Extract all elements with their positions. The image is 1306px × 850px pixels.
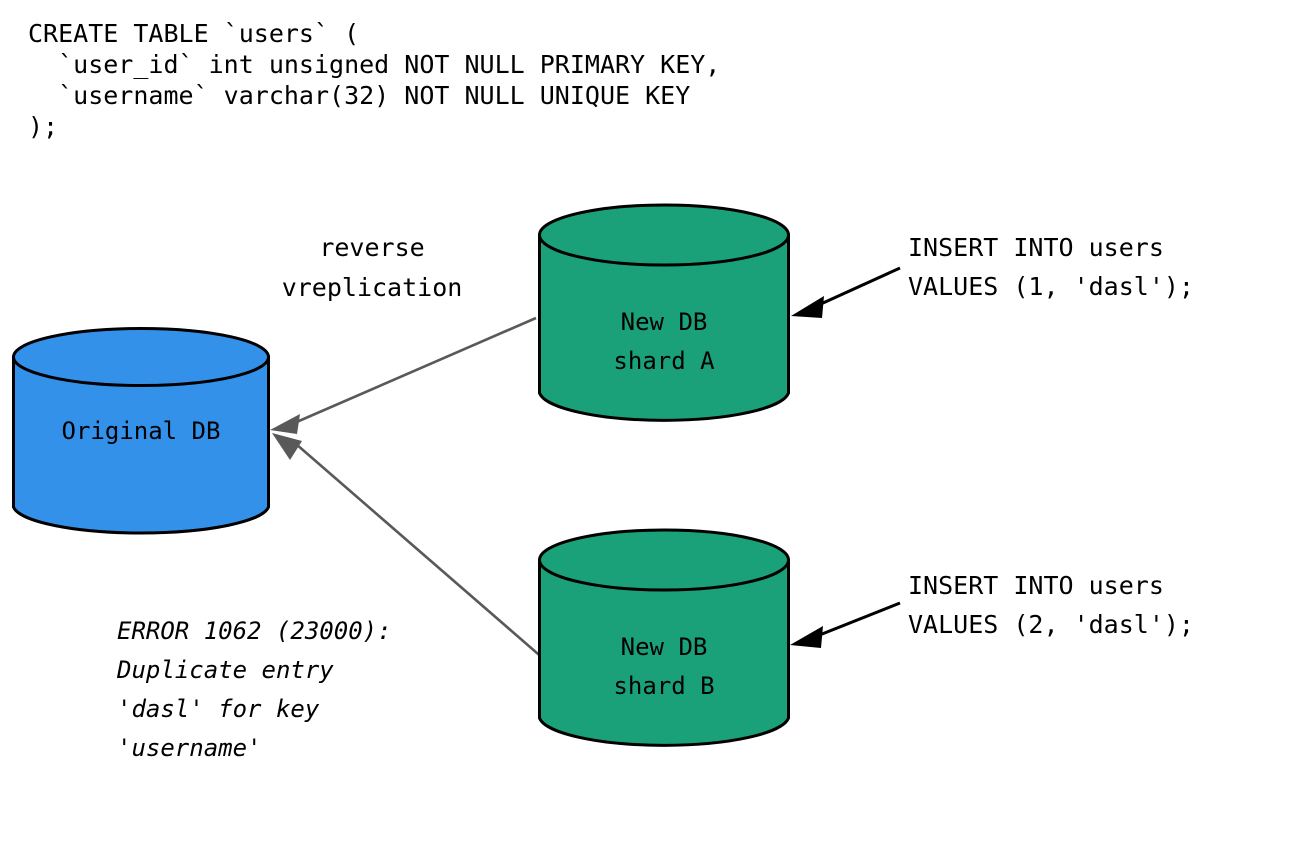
- node-shard-b[interactable]: New DB shard B: [538, 528, 790, 750]
- node-shard-b-label: New DB shard B: [613, 633, 715, 700]
- edge-shard-a-to-original: [270, 316, 537, 434]
- edge-label-insert-shard-b: INSERT INTO users VALUES (2, 'dasl');: [908, 571, 1194, 639]
- node-shard-a[interactable]: New DB shard A: [538, 203, 790, 425]
- diagram-canvas: CREATE TABLE `users` ( `user_id` int uns…: [0, 0, 1306, 850]
- edge-label-insert-shard-a: INSERT INTO users VALUES (1, 'dasl');: [908, 233, 1194, 301]
- edge-label-reverse-vreplication: reverse vreplication: [281, 233, 463, 302]
- edge-insert-a-to-shard-a: [791, 266, 901, 318]
- error-message-text: ERROR 1062 (23000): Duplicate entry 'das…: [117, 617, 392, 762]
- node-shard-a-label: New DB shard A: [613, 308, 715, 375]
- edge-insert-b-to-shard-b: [790, 601, 901, 648]
- node-original-db-label: Original DB: [61, 417, 221, 445]
- node-original-db[interactable]: Original DB: [12, 327, 270, 537]
